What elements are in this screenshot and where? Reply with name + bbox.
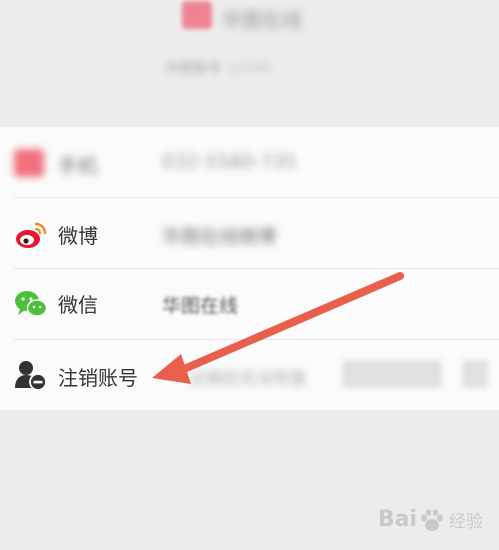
weibo-value: 华图在线微博 — [162, 226, 277, 248]
phone-icon — [14, 149, 44, 177]
account-header: 华图在线 华图账号 12345 — [0, 0, 499, 125]
watermark-brand-left: Bai — [377, 507, 417, 532]
list-item-wechat[interactable]: 微信 华图在线 — [0, 269, 499, 339]
user-remove-icon — [15, 361, 47, 391]
account-id-label: 华图账号 — [165, 61, 221, 77]
wechat-label: 微信 — [58, 293, 98, 317]
account-id-value: 12345 — [227, 61, 272, 77]
weibo-icon — [16, 222, 47, 248]
account-name: 华图在线 — [222, 8, 302, 32]
watermark-brand-right: 经验 — [449, 512, 483, 532]
weibo-label: 微博 — [58, 224, 98, 248]
deregister-account-value: 注销后无法恢复 — [188, 369, 307, 389]
chevron-right-icon — [462, 360, 488, 388]
bindings-list: 手机 032-5580-735 微博 华图在线微博 微信 华图在线 注销账号 注… — [0, 127, 499, 410]
app-logo-icon — [182, 1, 212, 29]
account-id-line: 华图账号 12345 — [165, 58, 272, 78]
list-item-weibo[interactable]: 微博 华图在线微博 — [0, 198, 499, 268]
baidu-paw-icon — [421, 508, 443, 531]
list-item-deregister-account[interactable]: 注销账号 注销后无法恢复 — [0, 340, 499, 410]
wechat-icon — [15, 291, 48, 317]
empty-area: Bai 经验 — [0, 410, 499, 550]
deregister-account-chip — [342, 360, 442, 388]
phone-label: 手机 — [58, 154, 98, 178]
watermark: Bai 经验 — [378, 507, 483, 532]
list-item-phone[interactable]: 手机 032-5580-735 — [0, 127, 499, 197]
deregister-account-label: 注销账号 — [58, 366, 138, 390]
phone-value: 032-5580-735 — [162, 151, 297, 173]
wechat-value: 华图在线 — [162, 295, 239, 317]
